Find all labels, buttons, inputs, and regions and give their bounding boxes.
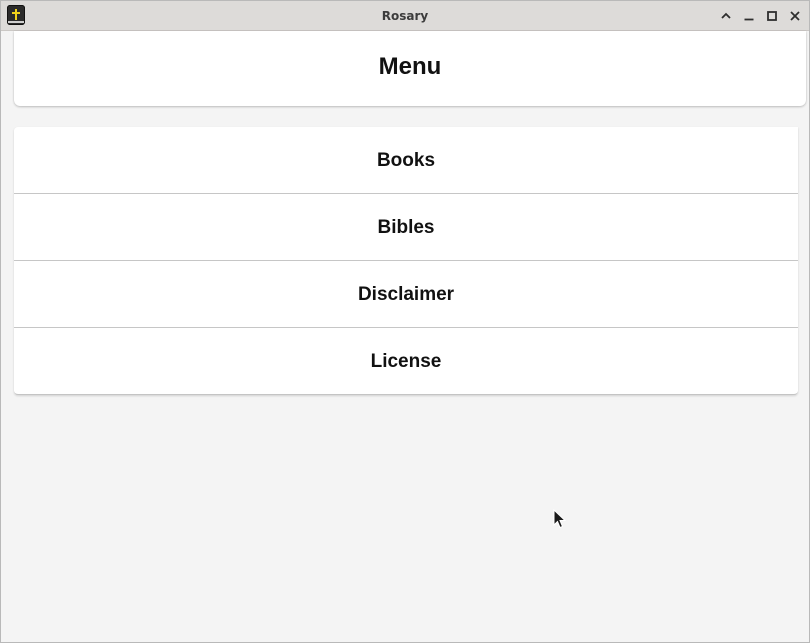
menu-item-label: License <box>370 351 442 372</box>
menu-item-label: Bibles <box>377 217 435 238</box>
maximize-icon[interactable] <box>764 8 780 24</box>
title-bar[interactable]: Rosary <box>1 1 809 31</box>
mouse-pointer-icon <box>553 508 567 534</box>
main-content: Menu Books Bibles Disclaimer License <box>1 31 809 642</box>
menu-item-label: Disclaimer <box>357 284 455 305</box>
close-icon[interactable] <box>787 8 803 24</box>
app-window: Rosary Menu Books Bibles Disclaimer Lice… <box>0 0 810 643</box>
menu-item-bibles[interactable]: Bibles <box>14 194 798 261</box>
minimize-icon[interactable] <box>741 8 757 24</box>
page-title: Menu <box>378 53 442 80</box>
menu-item-label: Books <box>376 150 436 171</box>
header-card: Menu <box>14 31 806 106</box>
chevron-up-icon[interactable] <box>718 8 734 24</box>
menu-item-license[interactable]: License <box>14 328 798 395</box>
menu-item-books[interactable]: Books <box>14 127 798 194</box>
window-title: Rosary <box>381 9 429 23</box>
menu-list: Books Bibles Disclaimer License <box>14 127 798 395</box>
menu-item-disclaimer[interactable]: Disclaimer <box>14 261 798 328</box>
